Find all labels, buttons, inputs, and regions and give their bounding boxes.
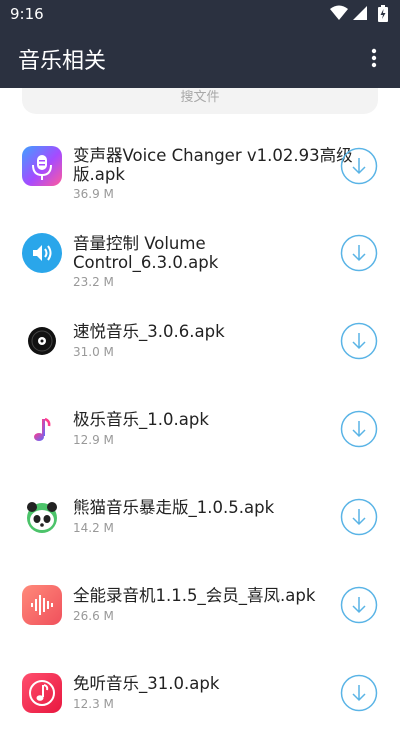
file-name: 免听音乐_31.0.apk bbox=[73, 674, 220, 693]
file-name: 极乐音乐_1.0.apk bbox=[73, 410, 209, 429]
music-note-icon bbox=[22, 673, 62, 713]
file-size: 23.2 M bbox=[73, 275, 114, 289]
file-name: 音量控制 Volume Control_6.3.0.apk bbox=[73, 234, 219, 272]
signal-icon bbox=[353, 6, 367, 20]
page-title: 音乐相关 bbox=[18, 49, 107, 74]
file-size: 12.3 M bbox=[73, 697, 114, 711]
status-bar: 9:16 bbox=[0, 0, 400, 28]
file-size: 12.9 M bbox=[73, 433, 114, 447]
speaker-icon bbox=[22, 233, 62, 273]
file-name: 变声器Voice Changer v1.02.93高级版.apk bbox=[73, 146, 353, 184]
download-icon[interactable] bbox=[340, 498, 378, 536]
file-name: 熊猫音乐暴走版_1.0.5.apk bbox=[73, 498, 275, 517]
list-item[interactable]: 极乐音乐_1.0.apk 12.9 M bbox=[0, 392, 400, 480]
file-size: 14.2 M bbox=[73, 521, 114, 535]
waveform-icon bbox=[22, 585, 62, 625]
download-icon[interactable] bbox=[340, 674, 378, 712]
file-size: 26.6 M bbox=[73, 609, 114, 623]
download-icon[interactable] bbox=[340, 586, 378, 624]
download-icon[interactable] bbox=[340, 234, 378, 272]
list-item[interactable]: 音量控制 Volume Control_6.3.0.apk 23.2 M bbox=[0, 216, 400, 304]
file-name: 速悦音乐_3.0.6.apk bbox=[73, 322, 225, 341]
list-item[interactable]: 免听音乐_31.0.apk 12.3 M bbox=[0, 656, 400, 744]
file-size: 36.9 M bbox=[73, 187, 114, 201]
download-icon[interactable] bbox=[340, 147, 378, 185]
panda-icon bbox=[22, 497, 62, 537]
status-time: 9:16 bbox=[10, 5, 44, 23]
list-item[interactable]: 变声器Voice Changer v1.02.93高级版.apk 36.9 M bbox=[0, 128, 400, 216]
file-size: 31.0 M bbox=[73, 345, 114, 359]
app-bar: 音乐相关 bbox=[0, 28, 400, 88]
battery-icon bbox=[378, 5, 388, 22]
wifi-icon bbox=[330, 5, 348, 20]
file-name: 全能录音机1.1.5_会员_喜凤.apk bbox=[73, 586, 316, 605]
list-item[interactable]: 熊猫音乐暴走版_1.0.5.apk 14.2 M bbox=[0, 480, 400, 568]
search-input[interactable]: 搜文件 bbox=[22, 88, 378, 114]
download-icon[interactable] bbox=[340, 410, 378, 448]
search-placeholder: 搜文件 bbox=[180, 90, 220, 105]
vinyl-icon bbox=[22, 321, 62, 361]
download-icon[interactable] bbox=[340, 322, 378, 360]
microphone-icon bbox=[22, 146, 62, 186]
list-item[interactable]: 全能录音机1.1.5_会员_喜凤.apk 26.6 M bbox=[0, 568, 400, 656]
music-note-icon bbox=[22, 410, 62, 450]
more-vert-icon[interactable] bbox=[362, 46, 386, 70]
list-item[interactable]: 速悦音乐_3.0.6.apk 31.0 M bbox=[0, 304, 400, 392]
